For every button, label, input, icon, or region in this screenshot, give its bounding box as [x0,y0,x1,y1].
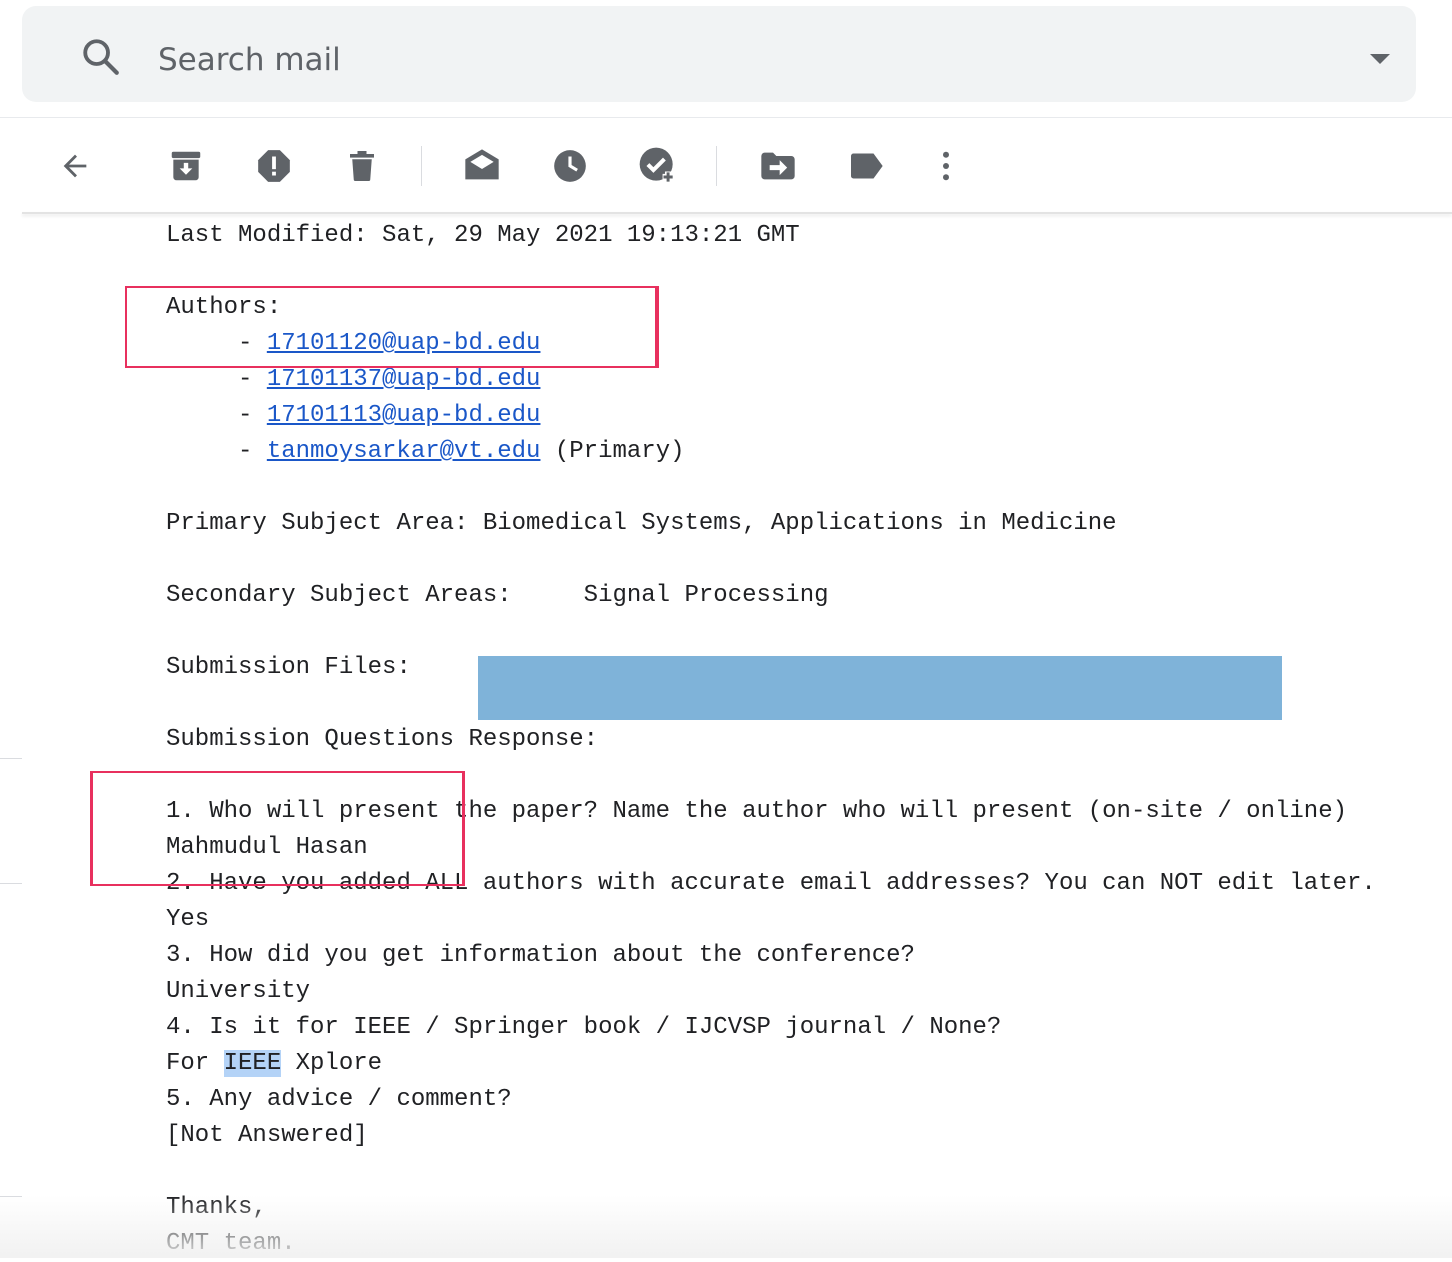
search-icon[interactable] [80,36,122,78]
question-text: 1. Who will present the paper? Name the … [166,798,1347,825]
answer-suffix: Xplore [281,1050,383,1077]
arrow-back-icon [63,154,87,178]
author-email-link[interactable]: tanmoysarkar@vt.edu [267,438,541,465]
search-input[interactable]: Search mail [158,40,341,80]
toolbar-separator [421,146,422,186]
author-item: - 17101137@uap-bd.edu [238,366,541,393]
label-icon [851,153,883,179]
question-text: 4. Is it for IEEE / Springer book / IJCV… [166,1014,1002,1041]
answer-text: For IEEE Xplore [166,1046,1436,1082]
answer-text: Mahmudul Hasan [166,834,368,861]
answer-text: University [166,978,311,1005]
archive-button[interactable] [162,142,210,190]
selected-text: IEEE [223,1050,282,1077]
toolbar-shadow [22,212,1452,214]
labels-button[interactable] [842,142,890,190]
mark-unread-icon [465,149,499,180]
answer-text: Yes [166,906,210,933]
chevron-down-icon[interactable] [1368,52,1392,66]
question-text: 2. Have you added ALL authors with accur… [166,870,1376,897]
author-item: - 17101113@uap-bd.edu [238,402,541,429]
trash-icon [350,151,374,181]
author-email-link[interactable]: 17101113@uap-bd.edu [267,402,541,429]
questions-heading: Submission Questions Response: [166,726,599,753]
answer-prefix: For [166,1050,224,1077]
report-spam-button[interactable] [250,142,298,190]
add-to-tasks-button[interactable] [634,142,682,190]
question-text: 3. How did you get information about the… [166,942,915,969]
last-modified: Last Modified: Sat, 29 May 2021 19:13:21… [166,222,800,249]
back-button[interactable] [51,142,99,190]
author-item: - tanmoysarkar@vt.edu (Primary) [238,438,685,465]
snooze-button[interactable] [546,142,594,190]
answer-text: [Not Answered] [166,1122,368,1149]
clock-icon [554,150,586,182]
archive-icon [171,151,201,181]
author-email-link[interactable]: 17101137@uap-bd.edu [267,366,541,393]
email-body: Last Modified: Sat, 29 May 2021 19:13:21… [166,218,1436,1262]
author-note: (Primary) [540,438,685,465]
more-vert-icon [943,151,949,181]
toolbar-separator [716,146,717,186]
authors-heading: Authors: [166,294,282,321]
mark-unread-button[interactable] [458,142,506,190]
toolbar-divider [0,117,1452,118]
side-divider [0,758,22,759]
signoff: Thanks, [166,1194,267,1221]
question-text: 5. Any advice / comment? [166,1086,512,1113]
add-task-icon [639,147,674,183]
side-divider [0,1196,22,1197]
author-item: - 17101120@uap-bd.edu [238,330,541,357]
side-divider [0,883,22,884]
move-to-button[interactable] [754,142,802,190]
report-spam-icon [258,150,290,182]
redacted-submission-files [478,656,1282,720]
signature: CMT team. [166,1230,296,1257]
author-email-link[interactable]: 17101120@uap-bd.edu [267,330,541,357]
secondary-subject-areas: Secondary Subject Areas: Signal Processi… [166,582,829,609]
search-bar[interactable]: Search mail [22,6,1416,102]
more-button[interactable] [922,142,970,190]
move-to-icon [761,152,795,180]
primary-subject-area: Primary Subject Area: Biomedical Systems… [166,510,1117,537]
delete-button[interactable] [338,142,386,190]
